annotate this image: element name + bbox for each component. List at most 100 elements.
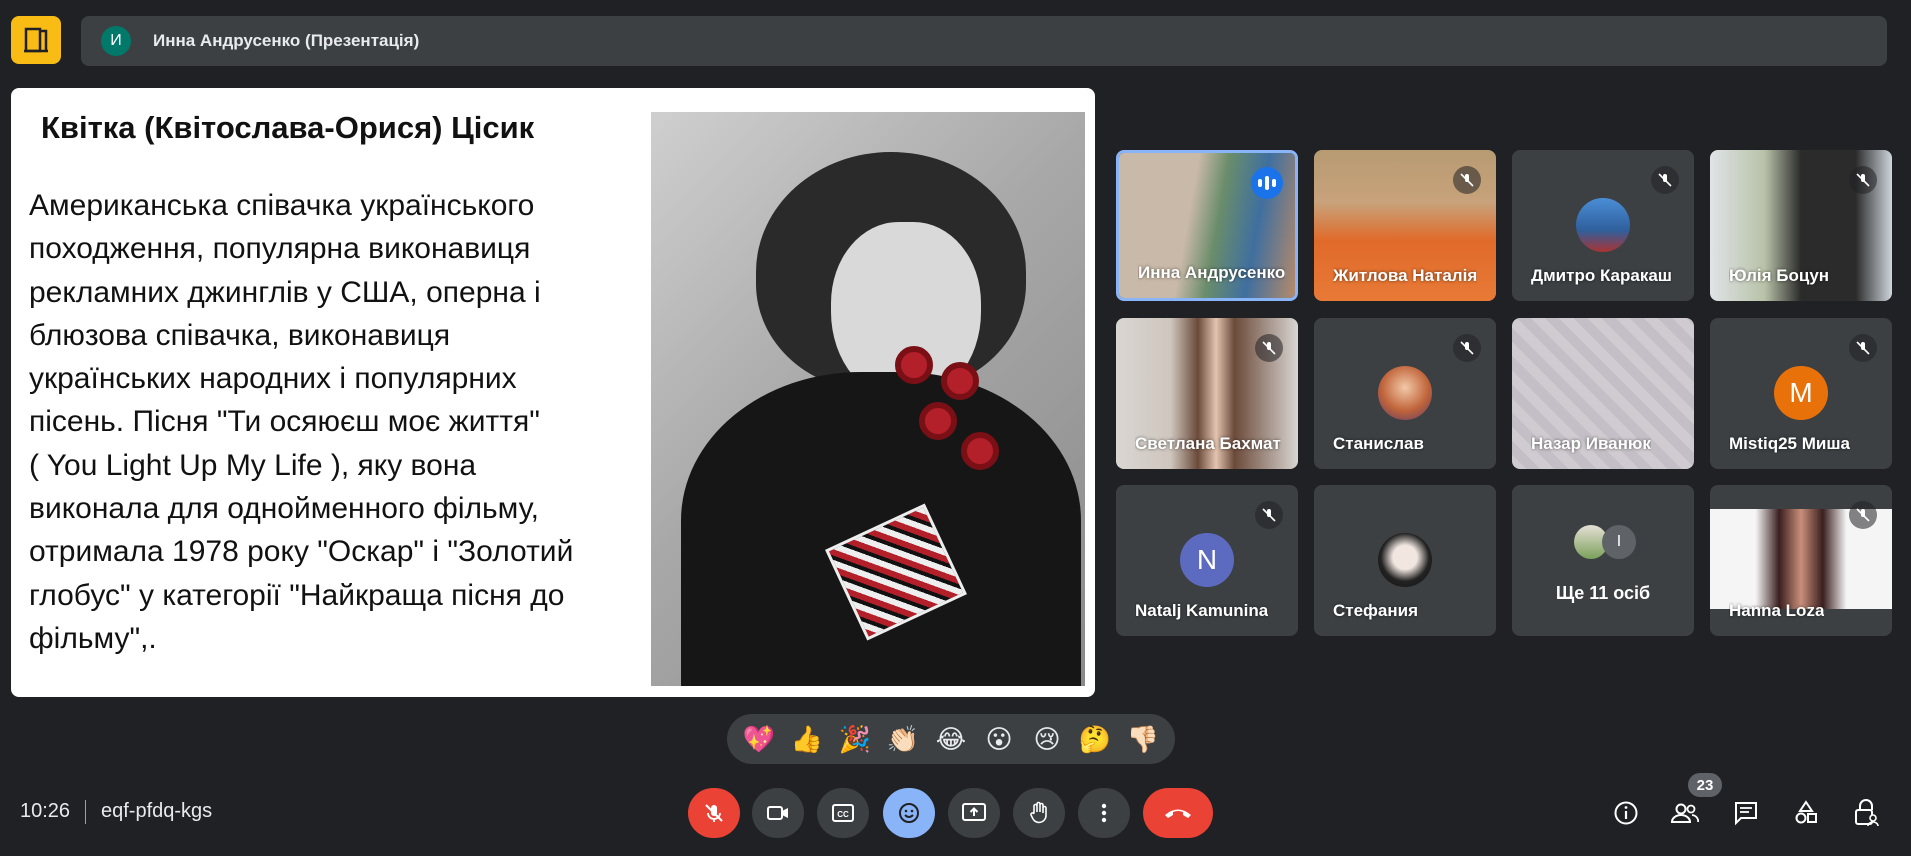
participant-tile[interactable]: N Natalj Kamunina xyxy=(1116,485,1298,636)
reactions-button[interactable] xyxy=(883,788,935,838)
mic-off-icon xyxy=(1255,334,1283,362)
activities-button[interactable] xyxy=(1790,797,1822,829)
participant-tile[interactable]: Юлія Боцун xyxy=(1710,150,1892,301)
mic-off-icon xyxy=(1849,334,1877,362)
speaking-indicator-icon xyxy=(1251,167,1283,199)
lock-person-icon xyxy=(1855,799,1879,827)
participant-tile[interactable]: Светлана Бахмат xyxy=(1116,318,1298,469)
meet-logo-button[interactable] xyxy=(11,16,61,64)
portrait-photo xyxy=(651,112,1085,686)
clock: 10:26 xyxy=(20,800,71,822)
mic-off-icon xyxy=(1849,166,1877,194)
more-avatar: I xyxy=(1602,525,1636,559)
reaction-party-popper[interactable]: 🎉 xyxy=(834,718,876,760)
participant-name: Mistiq25 Миша xyxy=(1729,434,1850,453)
reactions-bar: 💖 👍 🎉 👏🏻 😂 😮 😢 🤔 👎🏻 xyxy=(727,714,1175,764)
slide-line: Американська співачка українського xyxy=(29,189,535,222)
mic-off-icon xyxy=(1651,166,1679,194)
slide-line: походження, популярна виконавиця xyxy=(29,232,531,266)
chat-icon xyxy=(1735,802,1757,826)
divider xyxy=(85,800,86,824)
participant-tile[interactable]: Стефания xyxy=(1314,485,1496,636)
reaction-surprised[interactable]: 😮 xyxy=(978,718,1020,760)
toggle-mic-button[interactable] xyxy=(688,788,740,838)
photo-flower xyxy=(895,346,933,384)
reaction-laughing[interactable]: 😂 xyxy=(930,718,972,760)
participant-tile[interactable]: M Mistiq25 Миша xyxy=(1710,318,1892,469)
meeting-code: eqf-pfdq-kgs xyxy=(101,800,213,822)
participant-tile[interactable]: Дмитро Каракаш xyxy=(1512,150,1694,301)
door-icon xyxy=(24,27,48,53)
mic-off-icon xyxy=(1453,166,1481,194)
participant-name: Дмитро Каракаш xyxy=(1531,266,1672,285)
mic-off-icon xyxy=(1849,501,1877,529)
hang-up-icon xyxy=(1165,809,1191,818)
photo-flower xyxy=(919,402,957,440)
slide-line: рекламних джинглів у США, оперна і xyxy=(29,275,541,309)
avatar: N xyxy=(1180,533,1234,587)
participant-name: Стефания xyxy=(1333,601,1419,620)
participant-count-badge: 23 xyxy=(1688,773,1722,797)
avatar: M xyxy=(1774,366,1828,420)
slide-line: пісень. Пісня "Ти осяюєш моє життя" xyxy=(29,405,540,439)
reaction-clapping[interactable]: 👏🏻 xyxy=(882,718,924,760)
participant-name: Natalj Kamunina xyxy=(1135,601,1269,620)
participant-tile[interactable]: Инна Андрусенко xyxy=(1116,150,1298,301)
participant-tile[interactable]: I Ще 11 осіб xyxy=(1512,485,1694,636)
participant-tile[interactable]: Житлова Наталія xyxy=(1314,150,1496,301)
avatar xyxy=(1576,198,1630,252)
mic-off-icon xyxy=(1453,334,1481,362)
avatar xyxy=(1378,533,1432,587)
present-button[interactable] xyxy=(948,788,1000,838)
shapes-icon xyxy=(1795,800,1817,824)
people-icon xyxy=(1670,803,1699,823)
emoji-icon xyxy=(899,803,919,823)
participant-tile[interactable]: Назар Иванюк xyxy=(1512,318,1694,469)
participant-name: Житлова Наталія xyxy=(1333,266,1478,285)
more-options-button[interactable] xyxy=(1078,788,1130,838)
toggle-camera-button[interactable] xyxy=(752,788,804,838)
photo-flower xyxy=(941,362,979,400)
photo-flower xyxy=(961,432,999,470)
participant-name: Hanna Loza xyxy=(1729,601,1825,620)
avatar xyxy=(1378,366,1432,420)
camera-icon xyxy=(767,806,788,820)
reaction-thinking[interactable]: 🤔 xyxy=(1074,718,1116,760)
participant-name: Светлана Бахмат xyxy=(1135,434,1281,453)
slide-line: виконала для однойменного фільму, xyxy=(29,492,539,526)
meeting-details-button[interactable] xyxy=(1610,797,1642,829)
slide-title: Квітка (Квітослава-Орися) Цісик xyxy=(41,110,535,145)
participant-name: Юлія Боцун xyxy=(1729,266,1830,285)
slide-line: глобус" у категорії "Найкраща пісня до xyxy=(29,578,565,612)
participant-tile[interactable]: Станислав xyxy=(1314,318,1496,469)
participant-name: Станислав xyxy=(1333,434,1424,453)
captions-icon: CC xyxy=(832,804,854,822)
captions-button[interactable]: CC xyxy=(817,788,869,838)
reaction-crying[interactable]: 😢 xyxy=(1026,718,1068,760)
mic-off-icon xyxy=(705,804,723,822)
chat-button[interactable] xyxy=(1730,797,1762,829)
raise-hand-button[interactable] xyxy=(1013,788,1065,838)
more-participants-label: Ще 11 осіб xyxy=(1555,583,1651,603)
info-icon xyxy=(1614,801,1638,825)
hand-icon xyxy=(1030,801,1047,824)
reaction-thumbs-up[interactable]: 👍 xyxy=(786,718,828,760)
presenter-bar[interactable]: И Инна Андрусенко (Презентація) xyxy=(81,16,1887,66)
presentation-slide: Квітка (Квітослава-Орися) Цісик Американ… xyxy=(11,88,1095,697)
slide-line: отримала 1978 року "Оскар" і "Золотий xyxy=(29,535,574,569)
presenter-avatar: И xyxy=(101,26,131,56)
reaction-thumbs-down[interactable]: 👎🏻 xyxy=(1122,718,1164,760)
present-screen-icon xyxy=(962,803,986,821)
slide-body: Американська співачка українського поход… xyxy=(29,184,649,660)
slide-line: блюзова співачка, виконавиця xyxy=(29,318,451,352)
leave-call-button[interactable] xyxy=(1143,788,1213,838)
reaction-sparkling-heart[interactable]: 💖 xyxy=(738,718,780,760)
host-controls-button[interactable] xyxy=(1850,797,1882,829)
mic-off-icon xyxy=(1255,501,1283,529)
participant-tile[interactable]: Hanna Loza xyxy=(1710,485,1892,636)
slide-line: українських народних і популярних xyxy=(29,362,517,396)
slide-line: ( You Light Up My Life ), яку вона xyxy=(29,448,477,482)
participant-name: Инна Андрусенко xyxy=(1138,263,1286,282)
more-vert-icon xyxy=(1101,803,1107,823)
people-button[interactable] xyxy=(1669,797,1701,829)
